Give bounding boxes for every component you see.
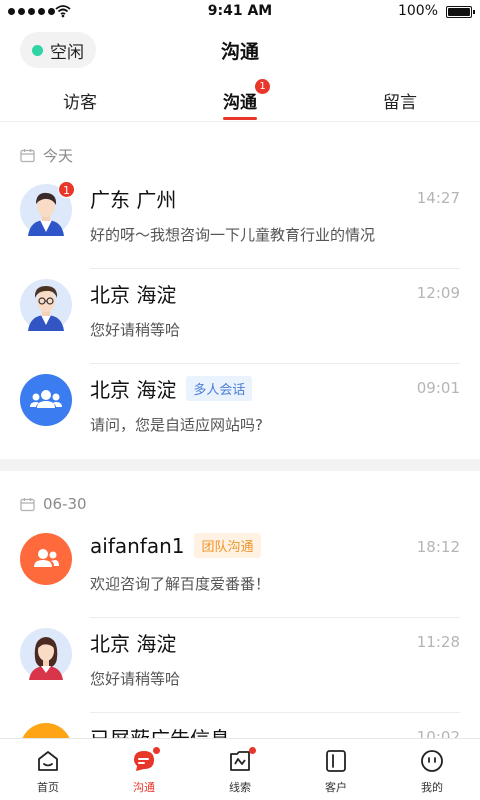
conversation-item[interactable]: 北京 海淀 12:09 您好请稍等哈 <box>0 269 480 364</box>
calendar-icon <box>20 497 35 511</box>
date-section-header: 06-30 <box>0 471 480 523</box>
tab-visitors[interactable]: 访客 <box>0 76 160 122</box>
tab-messages[interactable]: 留言 <box>320 76 480 122</box>
avatar <box>20 723 72 738</box>
customer-icon <box>326 750 346 772</box>
avatar <box>20 628 72 680</box>
nav-chat[interactable]: 沟通 <box>96 739 192 800</box>
section-separator <box>0 459 480 471</box>
nav-home[interactable]: 首页 <box>0 739 96 800</box>
tab-label: 留言 <box>383 93 417 113</box>
message-preview: 您好请稍等哈 <box>90 670 181 688</box>
notification-dot <box>153 747 160 754</box>
active-tab-indicator <box>223 117 257 120</box>
message-time: 09:01 <box>416 379 460 397</box>
conversation-item[interactable]: 北京 海淀 多人会话 09:01 请问，您是自适应网站吗? <box>0 364 480 459</box>
conversation-item[interactable]: aifanfan1 团队沟通 18:12 欢迎咨询了解百度爱番番！ <box>0 523 480 618</box>
conversation-list[interactable]: 今天 1 广东 广州 14:27 好的呀～我想咨询一下儿童教育行业的情况 北京 … <box>0 122 480 738</box>
nav-label: 客户 <box>325 781 347 794</box>
group-icon <box>20 374 72 426</box>
message-time: 10:02 <box>416 728 460 738</box>
man-avatar-2-icon <box>20 279 72 331</box>
tab-chat[interactable]: 沟通 1 <box>160 76 320 122</box>
notification-dot <box>249 747 256 754</box>
nav-label: 首页 <box>37 781 59 794</box>
contact-name: aifanfan1 <box>90 533 185 558</box>
avatar: 1 <box>20 181 75 236</box>
message-preview: 您好请稍等哈 <box>90 321 181 339</box>
message-time: 12:09 <box>416 284 460 302</box>
contact-name: 北京 海淀 <box>90 283 177 307</box>
team-chat-tag: 团队沟通 <box>194 533 261 558</box>
header: 空闲 沟通 <box>0 24 480 76</box>
battery-icon <box>446 6 475 18</box>
home-icon <box>38 751 58 771</box>
message-preview: 好的呀～我想咨询一下儿童教育行业的情况 <box>90 226 376 244</box>
team-icon <box>20 533 72 585</box>
nav-label: 我的 <box>421 781 443 794</box>
date-section-header: 今天 <box>0 122 480 174</box>
tab-label: 访客 <box>63 93 97 113</box>
bottom-navigation: 首页 沟通 线索 客户 我的 <box>0 738 480 800</box>
section-date: 06-30 <box>43 495 87 513</box>
tab-bar: 访客 沟通 1 留言 <box>0 76 480 122</box>
avatar <box>20 533 72 585</box>
contact-name: 北京 海淀 <box>90 632 177 656</box>
profile-icon <box>421 750 443 772</box>
contact-name: 北京 海淀 <box>90 378 177 402</box>
avatar <box>20 374 72 426</box>
message-preview: 请问，您是自适应网站吗? <box>90 416 263 434</box>
nav-label: 沟通 <box>133 781 155 794</box>
status-bar: 9:41 AM 100% <box>0 0 480 24</box>
message-time: 18:12 <box>416 538 460 556</box>
unread-badge: 1 <box>58 181 75 198</box>
contact-name: 已屏蔽广告信息 <box>90 723 230 738</box>
conversation-item[interactable]: 北京 海淀 11:28 您好请稍等哈 <box>0 618 480 713</box>
nav-leads[interactable]: 线索 <box>192 739 288 800</box>
nav-customers[interactable]: 客户 <box>288 739 384 800</box>
page-title: 沟通 <box>220 41 259 63</box>
message-time: 11:28 <box>416 633 460 651</box>
avatar <box>20 279 72 331</box>
calendar-icon <box>20 148 35 162</box>
woman-avatar-icon <box>20 628 72 680</box>
multi-chat-tag: 多人会话 <box>186 376 253 401</box>
conversation-item[interactable]: 已屏蔽广告信息 10:02 <box>0 713 480 738</box>
blocked-icon <box>22 723 70 738</box>
leads-icon <box>230 751 250 771</box>
contact-name: 广东 广州 <box>90 188 177 212</box>
battery-percentage: 100% <box>397 3 438 19</box>
conversation-item[interactable]: 1 广东 广州 14:27 好的呀～我想咨询一下儿童教育行业的情况 <box>0 174 480 269</box>
unread-badge: 1 <box>255 79 270 94</box>
section-date: 今天 <box>43 146 74 165</box>
nav-profile[interactable]: 我的 <box>384 739 480 800</box>
tab-label: 沟通 <box>223 93 257 113</box>
message-time: 14:27 <box>416 189 460 207</box>
chat-icon <box>134 751 154 771</box>
message-preview: 欢迎咨询了解百度爱番番！ <box>90 575 271 593</box>
nav-label: 线索 <box>229 781 251 794</box>
